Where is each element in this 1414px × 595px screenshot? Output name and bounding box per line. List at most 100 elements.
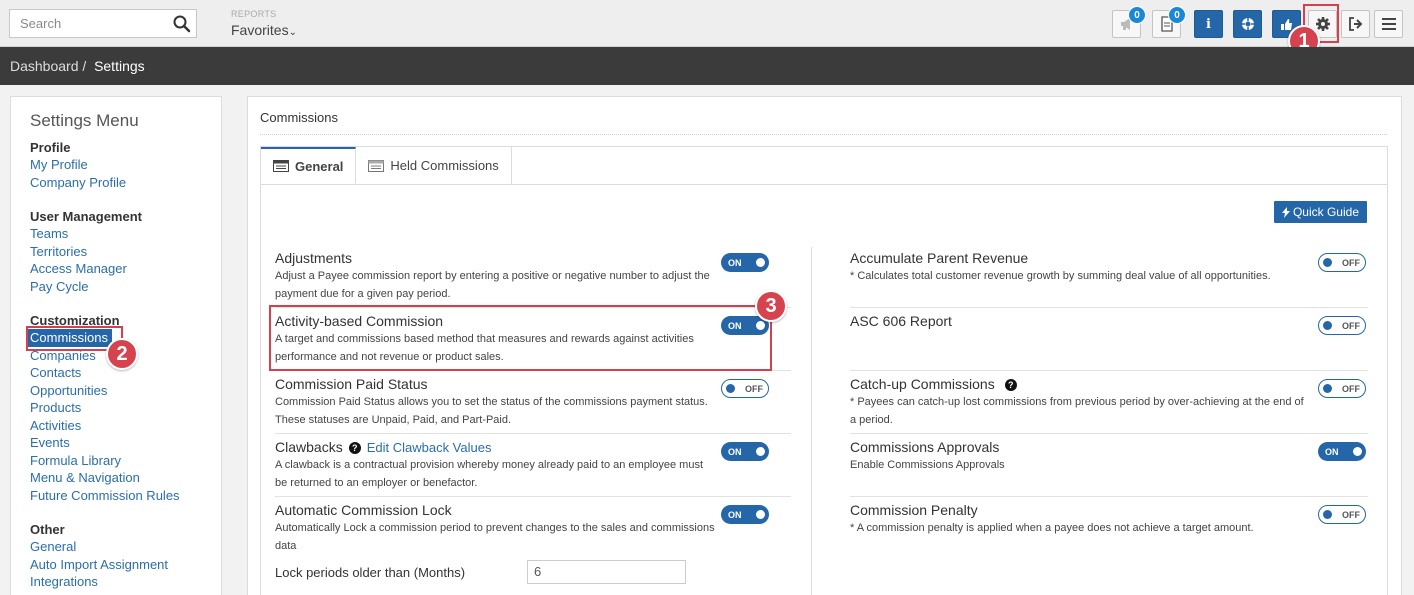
tab-divider	[261, 184, 1387, 185]
setting-description: A clawback is a contractual provision wh…	[275, 459, 704, 489]
list-icon	[368, 159, 385, 172]
tab-general[interactable]: General	[261, 147, 357, 184]
setting-adjustments: Adjustments Adjust a Payee commission re…	[275, 250, 715, 303]
support-button[interactable]	[1233, 10, 1262, 38]
help-icon[interactable]: ?	[1004, 379, 1017, 391]
commissions-approvals-toggle[interactable]: ON	[1318, 442, 1366, 461]
commission-penalty-toggle[interactable]: OFF	[1318, 505, 1366, 524]
setting-title-row: Catch-up Commissions?	[850, 376, 1310, 392]
row-divider	[275, 496, 791, 497]
setting-title: Commission Penalty	[850, 502, 978, 518]
sidebar-group-other: Other General Auto Import Assignment Int…	[30, 521, 221, 591]
setting-description: Commission Paid Status allows you to set…	[275, 396, 708, 426]
reports-label: REPORTS	[231, 9, 277, 19]
sidebar-item-formula-library[interactable]: Formula Library	[30, 452, 221, 470]
setting-title: Clawbacks	[275, 439, 343, 455]
sidebar-group-user-management: User Management Teams Territories Access…	[30, 208, 221, 295]
setting-asc-606-report: ASC 606 Report	[850, 313, 1310, 329]
sidebar-item-company-profile[interactable]: Company Profile	[30, 174, 221, 192]
sidebar-item-future-commission-rules[interactable]: Future Commission Rules	[30, 487, 221, 505]
setting-description: Automatically Lock a commission period t…	[275, 522, 715, 552]
sidebar-item-general[interactable]: General	[30, 538, 221, 556]
thumbs-up-icon	[1281, 18, 1292, 30]
automatic-commission-lock-toggle[interactable]: ON	[721, 505, 769, 524]
quick-guide-button[interactable]: Quick Guide	[1273, 201, 1367, 223]
edit-clawback-values-link[interactable]: Edit Clawback Values	[367, 440, 492, 455]
activity-based-commission-highlight-box	[269, 305, 772, 371]
setting-catch-up-commissions: Catch-up Commissions? * Payees can catch…	[850, 376, 1310, 429]
sidebar-section-title: User Management	[30, 209, 142, 224]
quick-guide-label: Quick Guide	[1292, 205, 1359, 219]
divider	[260, 134, 1387, 135]
step-marker-3: 3	[755, 290, 787, 322]
search-input[interactable]	[10, 10, 160, 37]
documents-button[interactable]: 0	[1152, 6, 1186, 38]
tab-label: General	[295, 158, 344, 174]
row-divider	[275, 433, 791, 434]
setting-description: * A commission penalty is applied when a…	[850, 522, 1254, 534]
setting-title: Catch-up Commissions	[850, 376, 995, 392]
column-divider	[811, 247, 812, 595]
page-title: Commissions	[260, 110, 339, 125]
sidebar-item-auto-import-assignment[interactable]: Auto Import Assignment	[30, 556, 221, 574]
list-icon	[273, 160, 289, 172]
top-bar: REPORTS Favorites⌄ 0 0 i	[0, 0, 1414, 47]
search-box	[9, 9, 197, 38]
setting-title: Accumulate Parent Revenue	[850, 250, 1029, 266]
breadcrumb-dashboard[interactable]: Dashboard	[10, 58, 79, 74]
setting-automatic-commission-lock: Automatic Commission Lock Automatically …	[275, 502, 715, 555]
setting-title: Automatic Commission Lock	[275, 502, 452, 518]
info-icon: i	[1206, 16, 1211, 32]
setting-title: Commission Paid Status	[275, 376, 428, 392]
sidebar-group-profile: Profile My Profile Company Profile	[30, 139, 221, 191]
setting-accumulate-parent-revenue: Accumulate Parent Revenue * Calculates t…	[850, 250, 1310, 285]
catch-up-commissions-toggle[interactable]: OFF	[1318, 379, 1366, 398]
sidebar-item-my-profile[interactable]: My Profile	[30, 156, 221, 174]
info-button[interactable]: i	[1194, 10, 1223, 38]
setting-description: * Payees can catch-up lost commissions f…	[850, 396, 1304, 426]
tab-bar: General Held Commissions	[261, 147, 512, 184]
tab-held-commissions[interactable]: Held Commissions	[356, 147, 512, 184]
logout-button[interactable]	[1341, 10, 1370, 38]
setting-title: Adjustments	[275, 250, 353, 266]
search-icon[interactable]	[172, 14, 192, 34]
commission-paid-status-toggle[interactable]: OFF	[721, 379, 769, 398]
announcements-badge: 0	[1128, 6, 1146, 24]
sidebar-item-teams[interactable]: Teams	[30, 225, 221, 243]
row-divider	[850, 433, 1368, 434]
help-icon[interactable]: ?	[348, 442, 361, 454]
setting-commissions-approvals: Commissions Approvals Enable Commissions…	[850, 439, 1310, 474]
sidebar-item-access-manager[interactable]: Access Manager	[30, 260, 221, 278]
breadcrumb-current: Settings	[94, 58, 145, 74]
asc-606-report-toggle[interactable]: OFF	[1318, 316, 1366, 335]
adjustments-toggle[interactable]: ON	[721, 253, 769, 272]
announcements-button[interactable]: 0	[1112, 6, 1146, 38]
setting-title-row: Clawbacks? Edit Clawback Values	[275, 439, 715, 455]
sidebar-item-menu-navigation[interactable]: Menu & Navigation	[30, 469, 221, 487]
sidebar-item-opportunities[interactable]: Opportunities	[30, 382, 221, 400]
sidebar-item-territories[interactable]: Territories	[30, 243, 221, 261]
lock-periods-input[interactable]: 6	[527, 560, 686, 584]
setting-title: ASC 606 Report	[850, 313, 952, 329]
setting-description: Adjust a Payee commission report by ente…	[275, 270, 710, 300]
sidebar-item-pay-cycle[interactable]: Pay Cycle	[30, 278, 221, 296]
bolt-icon	[1281, 206, 1290, 218]
setting-clawbacks: Clawbacks? Edit Clawback Values A clawbac…	[275, 439, 715, 492]
chevron-down-icon: ⌄	[288, 27, 297, 38]
sidebar-item-integrations[interactable]: Integrations	[30, 573, 221, 591]
menu-button[interactable]	[1374, 10, 1403, 38]
sidebar-item-activities[interactable]: Activities	[30, 417, 221, 435]
setting-commission-penalty: Commission Penalty * A commission penalt…	[850, 502, 1310, 537]
sidebar-section-title: Profile	[30, 140, 71, 155]
sidebar-item-products[interactable]: Products	[30, 399, 221, 417]
setting-description: Enable Commissions Approvals	[850, 459, 1005, 471]
favorites-label: Favorites	[231, 22, 289, 38]
sidebar-item-events[interactable]: Events	[30, 434, 221, 452]
sidebar-section-title: Other	[30, 522, 65, 537]
sign-out-icon	[1348, 17, 1362, 31]
sidebar-title: Settings Menu	[30, 111, 139, 130]
hamburger-menu-icon	[1381, 18, 1396, 30]
clawbacks-toggle[interactable]: ON	[721, 442, 769, 461]
accumulate-parent-revenue-toggle[interactable]: OFF	[1318, 253, 1366, 272]
favorites-dropdown[interactable]: Favorites⌄	[231, 22, 297, 38]
